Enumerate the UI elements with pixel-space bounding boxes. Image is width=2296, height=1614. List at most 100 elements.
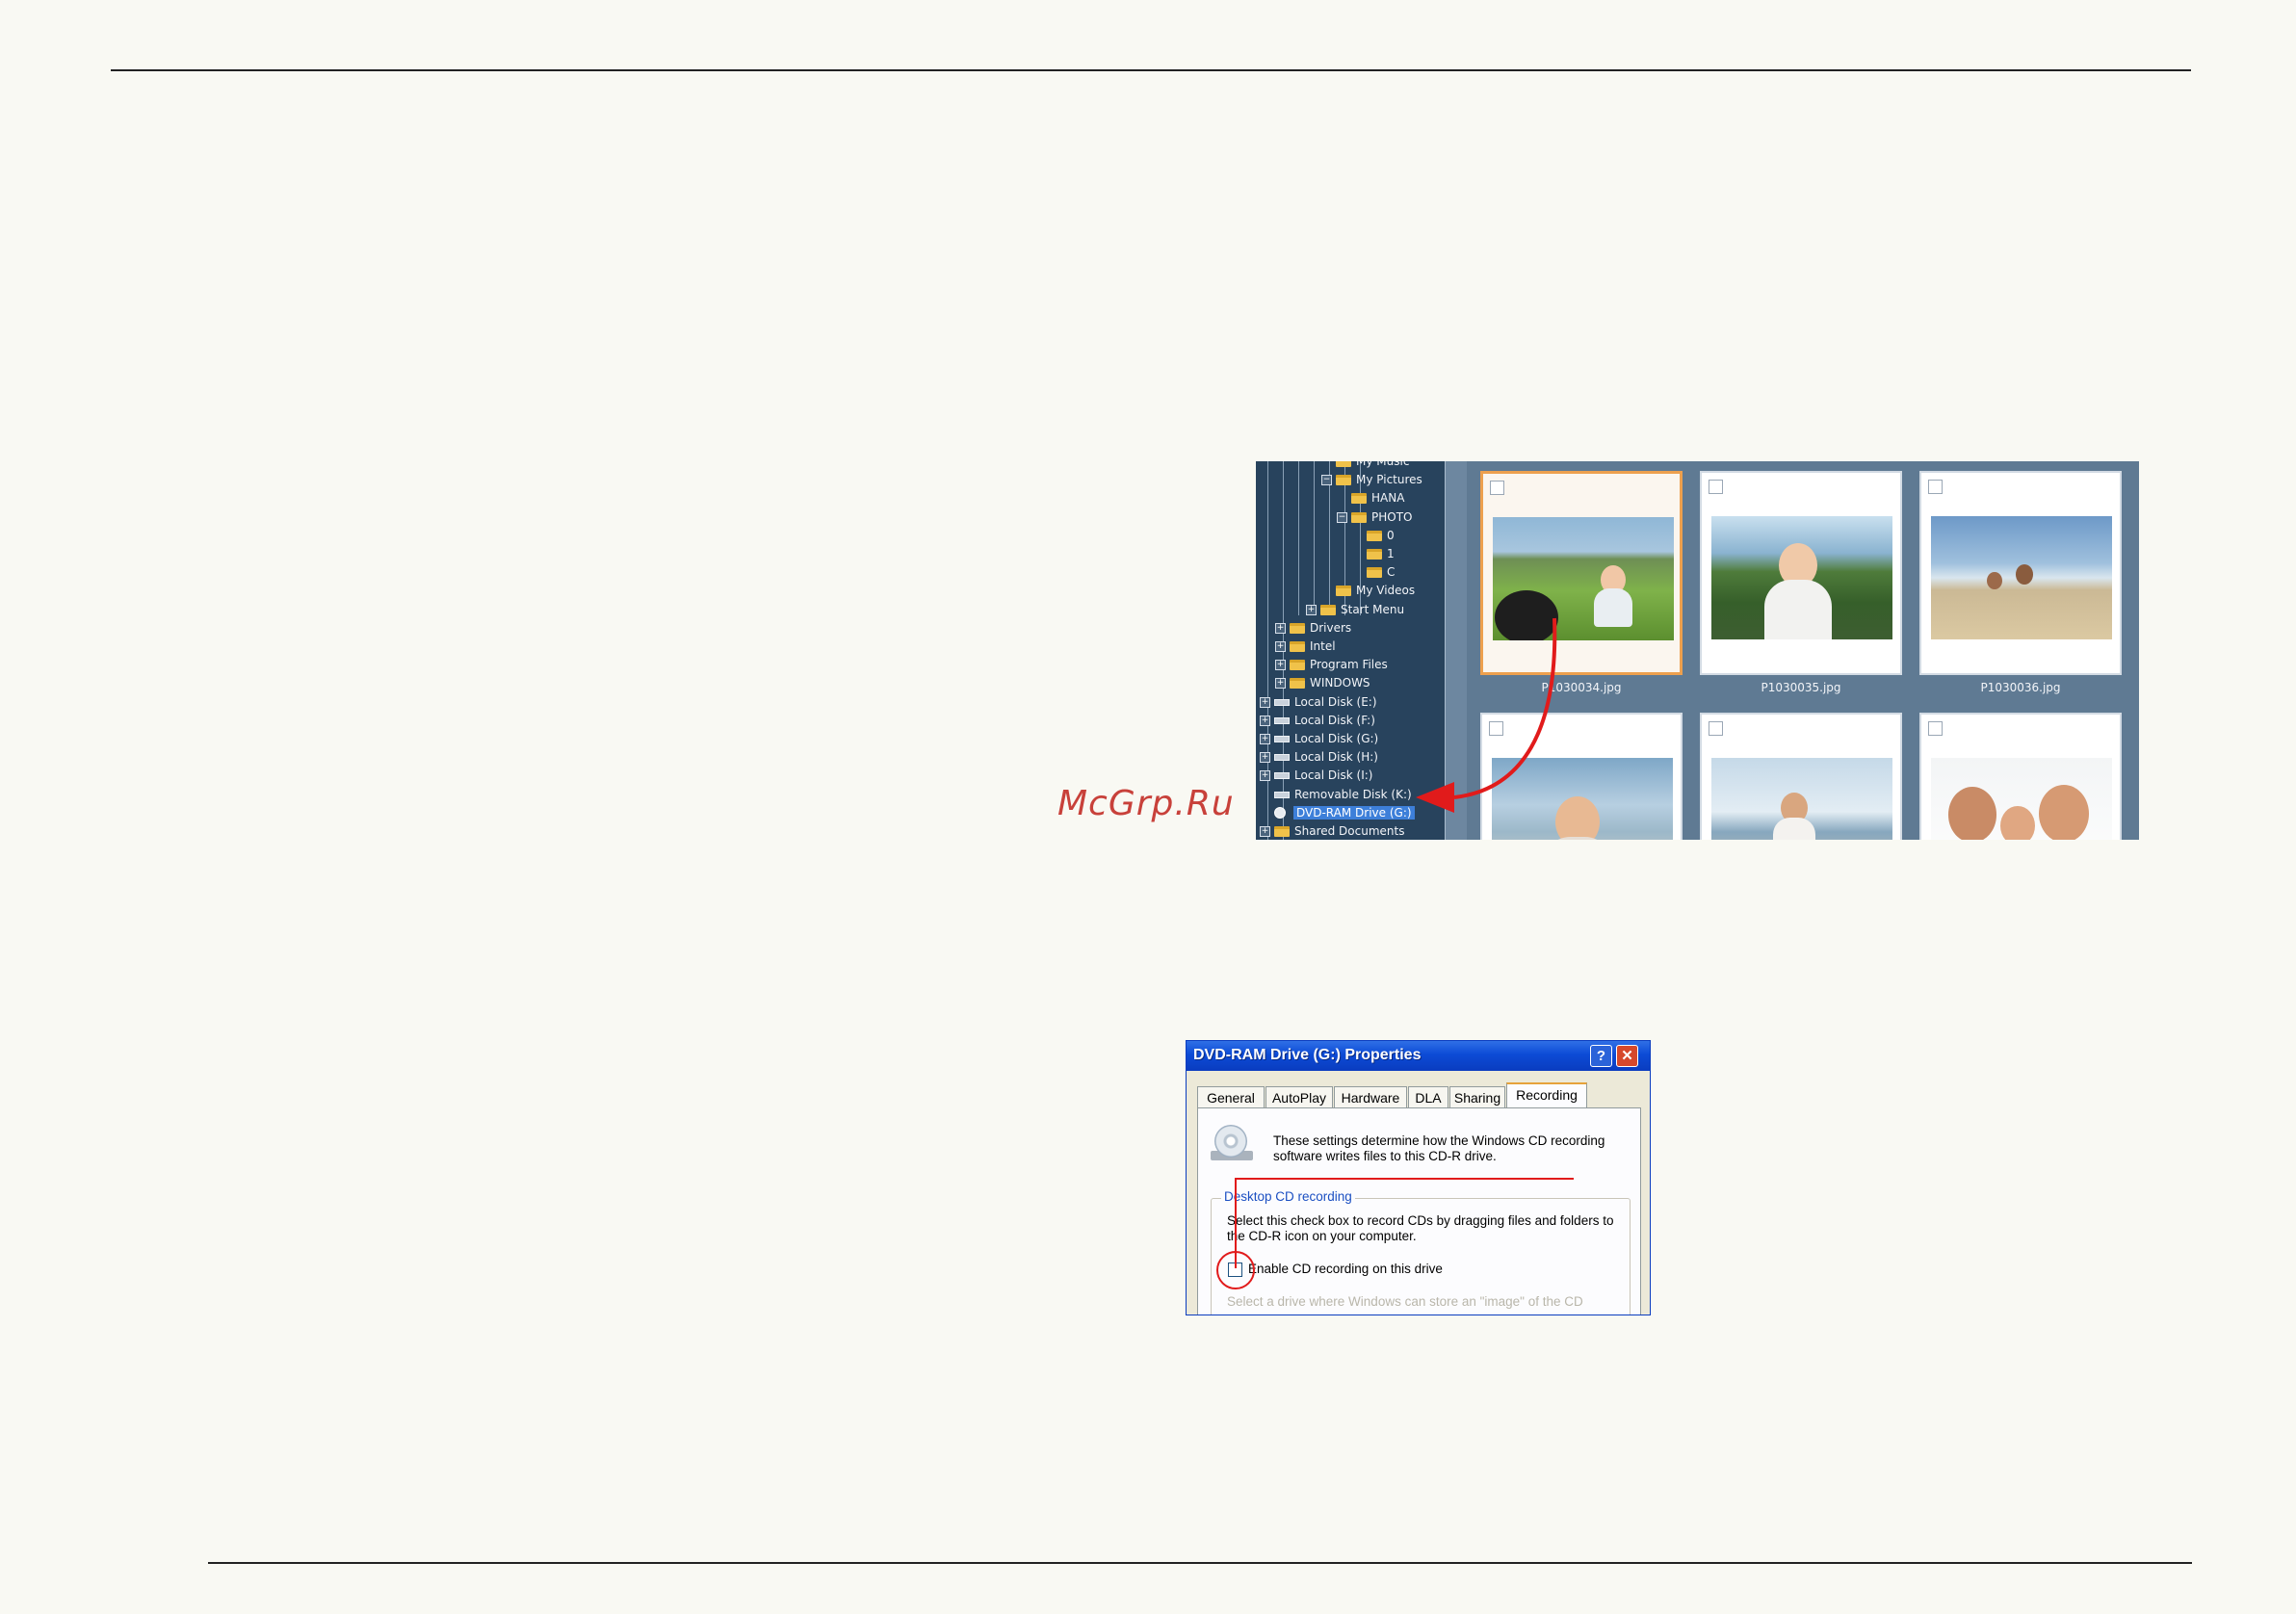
explorer-window: My Music − My Pictures HANA − PHOTO 0 1 C My Vide… xyxy=(1256,461,2139,840)
expand-toggle-icon[interactable]: + xyxy=(1306,604,1317,615)
thumbnail-checkbox[interactable] xyxy=(1928,480,1943,494)
tree-item-label: Shared Documents xyxy=(1294,824,1405,838)
intro-text: These settings determine how the Windows… xyxy=(1273,1133,1605,1163)
properties-dialog: DVD-RAM Drive (G:) Properties ? ✕ Genera… xyxy=(1186,1040,1651,1315)
drive-icon xyxy=(1274,736,1290,742)
thumbnail-filename: P1030034.jpg xyxy=(1541,681,1622,694)
tree-item[interactable]: + Start Menu xyxy=(1306,602,1404,618)
tree-item[interactable]: + Local Disk (I:) xyxy=(1260,768,1372,784)
drive-icon xyxy=(1274,772,1290,780)
folder-icon xyxy=(1351,511,1367,523)
tab-sharing[interactable]: Sharing xyxy=(1449,1086,1505,1107)
tree-item[interactable]: − My Pictures xyxy=(1321,472,1422,488)
tab-general[interactable]: General xyxy=(1197,1086,1265,1107)
tree-item-label: C xyxy=(1387,565,1396,580)
tree-item-label: Local Disk (E:) xyxy=(1294,694,1377,709)
tree-item-label: Start Menu xyxy=(1341,602,1405,616)
group-description: Select this check box to record CDs by d… xyxy=(1227,1213,1614,1243)
folder-icon xyxy=(1290,678,1305,690)
folder-icon xyxy=(1274,826,1290,837)
tree-item-label: DVD-RAM Drive (G:) xyxy=(1293,805,1415,820)
expand-toggle-icon[interactable]: + xyxy=(1260,696,1270,708)
photo-thumbnail[interactable] xyxy=(1919,713,2122,840)
tree-item[interactable]: 0 xyxy=(1352,528,1395,544)
folder-icon xyxy=(1336,461,1351,467)
thumbnail-checkbox[interactable] xyxy=(1709,480,1723,494)
photo-subject xyxy=(1773,818,1815,840)
photo-subject xyxy=(2039,785,2089,840)
tree-item[interactable]: HANA xyxy=(1337,490,1404,507)
tree-item[interactable]: + Shared Documents xyxy=(1260,823,1404,840)
tree-item[interactable]: + Drivers xyxy=(1275,620,1351,637)
expand-toggle-icon[interactable]: + xyxy=(1275,660,1286,671)
expand-toggle-icon[interactable]: + xyxy=(1260,826,1270,837)
photo-dog xyxy=(1495,590,1558,640)
tree-item[interactable]: C xyxy=(1352,564,1395,581)
folder-tree-pane: My Music − My Pictures HANA − PHOTO 0 1 C My Vide… xyxy=(1256,461,1445,840)
folder-icon xyxy=(1290,660,1305,671)
photo-thumbnail[interactable] xyxy=(1919,471,2122,675)
tree-item-label: Local Disk (F:) xyxy=(1294,713,1375,727)
expand-toggle-icon[interactable]: − xyxy=(1337,511,1347,523)
folder-icon xyxy=(1290,641,1305,652)
tree-item[interactable]: − PHOTO xyxy=(1337,509,1412,526)
tree-item[interactable]: DVD-RAM Drive (G:) xyxy=(1260,805,1415,821)
expand-toggle-icon[interactable]: + xyxy=(1275,678,1286,690)
tree-item-label: PHOTO xyxy=(1371,509,1413,524)
tree-item-label: Removable Disk (K:) xyxy=(1294,787,1412,801)
expand-toggle-icon[interactable]: + xyxy=(1260,752,1270,764)
expand-toggle-icon[interactable]: + xyxy=(1260,734,1270,744)
photo-subject xyxy=(2000,806,2035,840)
tree-item[interactable]: + Program Files xyxy=(1275,657,1388,673)
pane-splitter[interactable] xyxy=(1445,461,1467,840)
expand-toggle-icon[interactable]: + xyxy=(1260,770,1270,782)
thumbnail-checkbox[interactable] xyxy=(1709,721,1723,736)
photo-image xyxy=(1492,758,1673,840)
tab-autoplay[interactable]: AutoPlay xyxy=(1265,1086,1333,1107)
tree-item-label: WINDOWS xyxy=(1310,676,1370,690)
tree-item-label: 1 xyxy=(1387,547,1395,560)
top-rule xyxy=(111,69,2191,71)
photo-image xyxy=(1711,516,1892,639)
photo-image xyxy=(1493,517,1674,640)
tree-item[interactable]: My Music xyxy=(1321,461,1409,470)
dialog-titlebar[interactable]: DVD-RAM Drive (G:) Properties ? ✕ xyxy=(1187,1041,1650,1071)
help-button[interactable]: ? xyxy=(1590,1045,1612,1067)
tree-item[interactable]: Removable Disk (K:) xyxy=(1260,787,1412,803)
tree-item[interactable]: + Local Disk (G:) xyxy=(1260,731,1378,747)
tree-item[interactable]: + Local Disk (E:) xyxy=(1260,694,1377,711)
folder-icon xyxy=(1290,622,1305,634)
drive-icon xyxy=(1274,791,1290,798)
tree-item[interactable]: + Local Disk (H:) xyxy=(1260,749,1378,766)
expand-toggle-icon[interactable]: + xyxy=(1260,715,1270,726)
close-button[interactable]: ✕ xyxy=(1616,1045,1638,1067)
photo-thumbnail[interactable] xyxy=(1480,471,1683,675)
tree-item-label: My Videos xyxy=(1356,584,1416,598)
enable-cd-recording-label[interactable]: Enable CD recording on this drive xyxy=(1248,1262,1443,1276)
photo-subject xyxy=(1948,787,1996,840)
tab-hardware[interactable]: Hardware xyxy=(1334,1086,1407,1107)
photo-subject xyxy=(2016,564,2033,585)
expand-toggle-icon[interactable]: + xyxy=(1275,641,1286,652)
folder-icon xyxy=(1320,604,1336,615)
photo-thumbnail[interactable] xyxy=(1700,713,1902,840)
thumbnail-checkbox[interactable] xyxy=(1928,721,1943,736)
tab-recording[interactable]: Recording xyxy=(1506,1082,1587,1107)
tree-item[interactable]: + Intel xyxy=(1275,638,1336,655)
tree-item[interactable]: + WINDOWS xyxy=(1275,675,1370,691)
thumbnail-checkbox[interactable] xyxy=(1489,721,1503,736)
tree-item[interactable]: 1 xyxy=(1352,546,1395,562)
photo-thumbnail[interactable] xyxy=(1700,471,1902,675)
enable-cd-recording-checkbox[interactable] xyxy=(1228,1263,1242,1277)
tree-item-label: Intel xyxy=(1310,639,1336,653)
tree-item[interactable]: My Videos xyxy=(1321,583,1415,599)
tree-item[interactable]: + Local Disk (F:) xyxy=(1260,713,1375,729)
drive-icon xyxy=(1274,716,1290,724)
tree-item-label: My Music xyxy=(1356,461,1410,468)
photo-thumbnail[interactable] xyxy=(1480,713,1683,840)
expand-toggle-icon[interactable]: + xyxy=(1275,622,1286,634)
thumbnail-checkbox[interactable] xyxy=(1490,481,1504,495)
tab-dla[interactable]: DLA xyxy=(1408,1086,1448,1107)
expand-toggle-icon[interactable]: − xyxy=(1321,475,1332,486)
tree-item-label: HANA xyxy=(1371,491,1405,506)
